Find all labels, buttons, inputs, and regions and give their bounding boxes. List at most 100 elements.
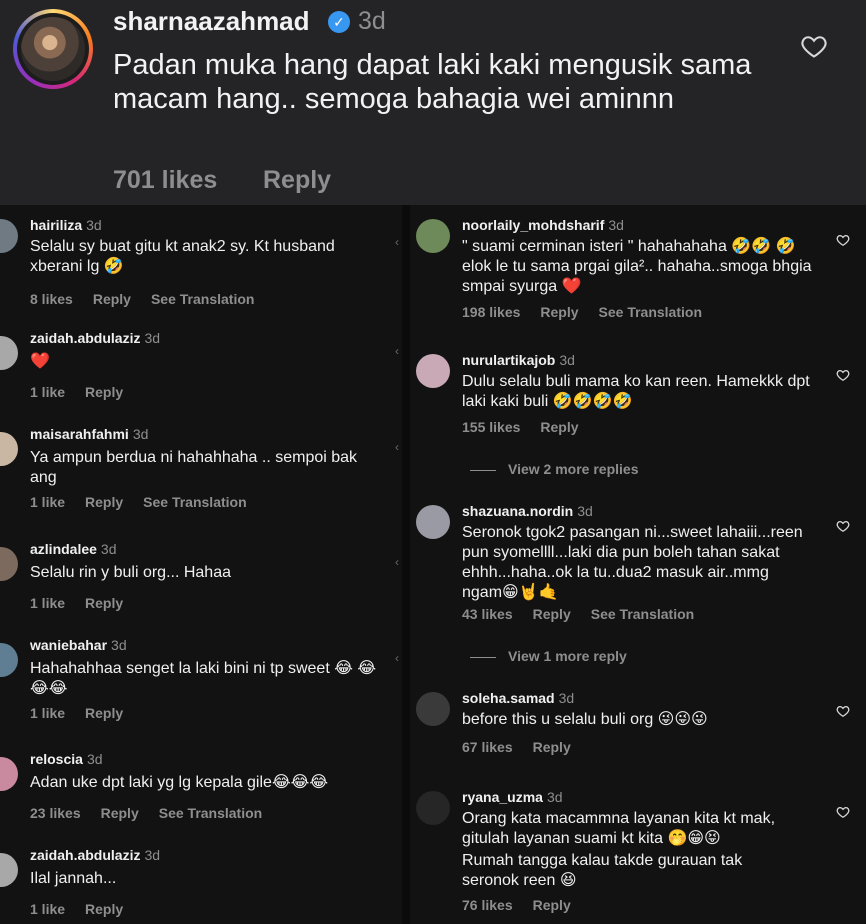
comment-actions: 198 likes Reply See Translation — [462, 304, 722, 320]
avatar[interactable] — [0, 336, 18, 370]
likes-count[interactable]: 23 likes — [30, 805, 81, 821]
list-item: hairiliza 3d Selalu sy buat gitu kt anak2… — [0, 213, 402, 313]
chevron-left-icon[interactable]: ‹ — [395, 651, 399, 665]
chevron-left-icon[interactable]: ‹ — [395, 555, 399, 569]
avatar[interactable] — [0, 432, 18, 466]
heart-outline-icon[interactable] — [836, 519, 850, 533]
view-more-replies[interactable]: View 1 more reply — [470, 648, 627, 664]
avatar[interactable] — [416, 692, 450, 726]
heart-outline-icon[interactable] — [836, 368, 850, 382]
likes-count[interactable]: 701 likes — [113, 166, 217, 195]
likes-count[interactable]: 1 like — [30, 595, 65, 611]
avatar[interactable] — [0, 219, 18, 253]
see-translation-link[interactable]: See Translation — [159, 805, 262, 821]
reply-button[interactable]: Reply — [533, 606, 571, 622]
avatar-photo — [21, 17, 85, 81]
comment-text: " suami cerminan isteri " hahahahaha 🤣🤣 … — [462, 238, 812, 295]
comment-text: Seronok tgok2 pasangan ni...sweet lahaii… — [462, 524, 803, 601]
list-item: shazuana.nordin 3d Seronok tgok2 pasangan… — [410, 501, 866, 626]
avatar[interactable] — [0, 757, 18, 791]
reply-button[interactable]: Reply — [533, 897, 571, 913]
avatar[interactable] — [416, 354, 450, 388]
comment-username[interactable]: reloscia 3d — [30, 751, 103, 767]
chevron-left-icon[interactable]: ‹ — [395, 344, 399, 358]
comment-username[interactable]: ryana_uzma 3d — [462, 789, 563, 805]
comment-text: Hahahahhaa senget la laki bini ni tp swe… — [30, 660, 377, 697]
comment-text: Selalu rin y buli org... Hahaa — [30, 564, 231, 581]
likes-count[interactable]: 155 likes — [462, 419, 520, 435]
main-comment: sharnaazahmad ✓ 3d Padan muka hang dapat… — [0, 0, 866, 205]
likes-count[interactable]: 198 likes — [462, 304, 520, 320]
see-translation-link[interactable]: See Translation — [599, 304, 702, 320]
comment-username[interactable]: shazuana.nordin 3d — [462, 503, 593, 519]
column-divider — [402, 205, 410, 924]
comment-actions: 67 likes Reply — [462, 739, 591, 755]
list-item: zaidah.abdulaziz 3d ❤️ 1 like Reply ‹ — [0, 330, 402, 410]
comment-username[interactable]: nurulartikajob 3d — [462, 352, 575, 368]
comments-left-column: hairiliza 3d Selalu sy buat gitu kt anak2… — [0, 205, 402, 924]
likes-count[interactable]: 1 like — [30, 901, 65, 917]
reply-button[interactable]: Reply — [263, 166, 331, 195]
comment-username[interactable]: hairiliza 3d — [30, 217, 102, 233]
comment-username[interactable]: azlindalee 3d — [30, 541, 117, 557]
reply-button[interactable]: Reply — [85, 901, 123, 917]
likes-count[interactable]: 1 like — [30, 705, 65, 721]
avatar[interactable] — [13, 9, 93, 89]
list-item: ryana_uzma 3d Orang kata macammna layanan… — [410, 787, 866, 924]
heart-outline-icon[interactable] — [836, 233, 850, 247]
comment-actions: 1 like Reply — [30, 901, 143, 917]
heart-outline-icon[interactable] — [800, 32, 828, 60]
reply-button[interactable]: Reply — [85, 384, 123, 400]
avatar[interactable] — [0, 547, 18, 581]
likes-count[interactable]: 1 like — [30, 384, 65, 400]
comment-text: before this u selalu buli org 😜😜😜 — [462, 711, 708, 728]
comment-text: Adan uke dpt laki yg lg kepala gile😂😂😂 — [30, 774, 329, 791]
comment-time: 3d — [358, 7, 386, 35]
avatar[interactable] — [416, 219, 450, 253]
chevron-left-icon[interactable]: ‹ — [395, 235, 399, 249]
reply-button[interactable]: Reply — [93, 291, 131, 307]
avatar[interactable] — [0, 643, 18, 677]
chevron-left-icon[interactable]: ‹ — [395, 440, 399, 454]
comment-username[interactable]: soleha.samad 3d — [462, 690, 574, 706]
comment-text: Orang kata macammna layanan kita kt mak,… — [462, 810, 776, 847]
list-item: azlindalee 3d Selalu rin y buli org... Ha… — [0, 541, 402, 621]
reply-button[interactable]: Reply — [540, 304, 578, 320]
list-item: soleha.samad 3d before this u selalu buli… — [410, 688, 866, 768]
comment-actions: 1 like Reply — [30, 384, 143, 400]
comment-text: Ya ampun berdua ni hahahhaha .. sempoi b… — [30, 449, 358, 486]
comment-username[interactable]: maisarahfahmi 3d — [30, 426, 148, 442]
view-more-replies[interactable]: View 2 more replies — [470, 461, 638, 477]
comment-username[interactable]: noorlaily_mohdsharif 3d — [462, 217, 624, 233]
list-item: reloscia 3d Adan uke dpt laki yg lg kepal… — [0, 751, 402, 831]
heart-outline-icon[interactable] — [836, 704, 850, 718]
comment-username[interactable]: sharnaazahmad — [113, 6, 310, 37]
likes-count[interactable]: 43 likes — [462, 606, 513, 622]
comment-text: ❤️ — [30, 353, 50, 370]
comment-username[interactable]: zaidah.abdulaziz 3d — [30, 847, 160, 863]
likes-count[interactable]: 76 likes — [462, 897, 513, 913]
heart-outline-icon[interactable] — [836, 805, 850, 819]
comment-actions: 8 likes Reply See Translation — [30, 291, 274, 307]
see-translation-link[interactable]: See Translation — [151, 291, 254, 307]
comment-username[interactable]: zaidah.abdulaziz 3d — [30, 330, 160, 346]
likes-count[interactable]: 67 likes — [462, 739, 513, 755]
likes-count[interactable]: 8 likes — [30, 291, 73, 307]
avatar[interactable] — [416, 505, 450, 539]
comment-text: Dulu selalu buli mama ko kan reen. Hamek… — [462, 373, 810, 410]
avatar[interactable] — [0, 853, 18, 887]
reply-button[interactable]: Reply — [101, 805, 139, 821]
reply-button[interactable]: Reply — [540, 419, 578, 435]
avatar[interactable] — [416, 791, 450, 825]
reply-button[interactable]: Reply — [85, 494, 123, 510]
reply-button[interactable]: Reply — [85, 595, 123, 611]
see-translation-link[interactable]: See Translation — [143, 494, 246, 510]
reply-button[interactable]: Reply — [85, 705, 123, 721]
see-translation-link[interactable]: See Translation — [591, 606, 694, 622]
reply-button[interactable]: Reply — [533, 739, 571, 755]
verified-badge-icon: ✓ — [328, 11, 350, 33]
comment-username[interactable]: waniebahar 3d — [30, 637, 127, 653]
comment-actions: 1 like Reply — [30, 595, 143, 611]
likes-count[interactable]: 1 like — [30, 494, 65, 510]
comment-text: Ilal jannah... — [30, 870, 117, 887]
